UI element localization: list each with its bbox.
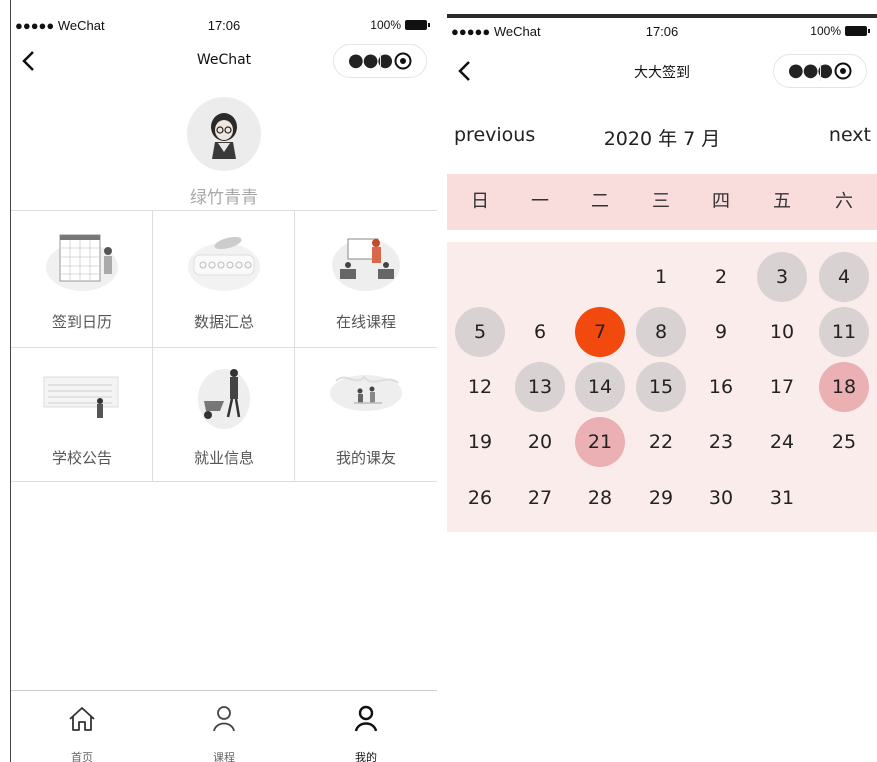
top-edge-bar bbox=[447, 14, 877, 18]
current-month-label: 2020 年 7 月 bbox=[603, 128, 721, 150]
tab-mine[interactable]: 我的 bbox=[295, 691, 437, 762]
weekday-label: 二 bbox=[591, 191, 609, 212]
grid-item-data-summary[interactable]: 数据汇总 bbox=[153, 211, 295, 347]
calendar-day[interactable]: 20 bbox=[515, 417, 565, 467]
grid-item-calendar[interactable]: 签到日历 bbox=[11, 211, 153, 347]
close-target-icon[interactable] bbox=[394, 52, 412, 70]
tab-course[interactable]: 课程 bbox=[153, 691, 295, 762]
calendar-header: previous 2020 年 7 月 next bbox=[447, 124, 877, 152]
calendar-day[interactable]: 23 bbox=[696, 417, 746, 467]
grid-item-label: 在线课程 bbox=[335, 313, 396, 331]
calendar-day[interactable]: 10 bbox=[757, 307, 807, 357]
calendar-day[interactable]: 8 bbox=[636, 307, 686, 357]
grid-item-label: 我的课友 bbox=[335, 449, 396, 467]
calendar-day[interactable]: 25 bbox=[819, 417, 869, 467]
weekday-label: 三 bbox=[652, 191, 670, 212]
battery-icon bbox=[845, 26, 870, 36]
mini-program-capsule: ●●● bbox=[333, 44, 427, 78]
more-dots-icon[interactable]: ●●● bbox=[348, 52, 393, 70]
nav-bar: 大大签到 ●●● bbox=[447, 52, 877, 92]
mini-program-capsule: ●●● bbox=[773, 54, 867, 88]
calendar-day[interactable]: 21 bbox=[575, 417, 625, 467]
tab-home[interactable]: 首页 bbox=[11, 691, 153, 762]
calendar-day[interactable]: 27 bbox=[515, 473, 565, 523]
battery-status: 100% bbox=[370, 18, 430, 32]
person-icon bbox=[354, 705, 378, 732]
tab-label: 首页 bbox=[71, 751, 93, 762]
nav-bar: WeChat ●●● bbox=[11, 42, 437, 82]
calendar-day[interactable]: 17 bbox=[757, 362, 807, 412]
calendar-day[interactable]: 29 bbox=[636, 473, 686, 523]
tab-label: 我的 bbox=[355, 751, 377, 762]
grid-item-label: 签到日历 bbox=[51, 313, 112, 331]
feature-grid: 签到日历 数据汇总 在线课程 学校公告 就业信息 我的课友 bbox=[11, 210, 437, 482]
grid-item-label: 学校公告 bbox=[51, 449, 112, 467]
weekday-label: 四 bbox=[712, 191, 730, 212]
battery-status: 100% bbox=[810, 24, 870, 38]
calendar-day[interactable]: 6 bbox=[515, 307, 565, 357]
calendar-day[interactable]: 30 bbox=[696, 473, 746, 523]
battery-percent: 100% bbox=[370, 18, 401, 32]
battery-percent: 100% bbox=[810, 24, 841, 38]
calendar-day[interactable]: 5 bbox=[455, 307, 505, 357]
calendar-day[interactable]: 12 bbox=[455, 362, 505, 412]
capsule-divider bbox=[820, 63, 821, 81]
grid-item-label: 就业信息 bbox=[193, 449, 254, 467]
calendar-illustration-icon bbox=[46, 234, 118, 291]
calendar-day[interactable]: 31 bbox=[757, 473, 807, 523]
calendar-days-grid: 1 2 3 4 5 6 7 8 9 10 11 12 13 14 15 16 17 18 19 20 21 22 23 24 2… bbox=[447, 242, 877, 532]
weekday-label: 日 bbox=[471, 191, 489, 212]
calendar-day[interactable]: 7 bbox=[575, 307, 625, 357]
weekday-header: 日一二三四五六 bbox=[447, 174, 877, 230]
checkin-calendar-screen: ●●●●● WeChat 17:06 100% 大大签到 ●●● previou… bbox=[447, 0, 877, 762]
data-summary-illustration-icon bbox=[188, 236, 260, 291]
weekday-label: 六 bbox=[835, 191, 853, 212]
battery-icon bbox=[405, 20, 430, 30]
calendar-day[interactable]: 9 bbox=[696, 307, 746, 357]
calendar-day[interactable]: 3 bbox=[757, 252, 807, 302]
weekday-label: 五 bbox=[773, 191, 791, 212]
calendar-day[interactable]: 26 bbox=[455, 473, 505, 523]
calendar-day[interactable]: 2 bbox=[696, 252, 746, 302]
grid-item-employment[interactable]: 就业信息 bbox=[153, 347, 295, 483]
calendar-day[interactable]: 28 bbox=[575, 473, 625, 523]
calendar-day[interactable]: 13 bbox=[515, 362, 565, 412]
calendar-day[interactable]: 24 bbox=[757, 417, 807, 467]
close-target-icon[interactable] bbox=[834, 62, 852, 80]
calendar-day[interactable]: 18 bbox=[819, 362, 869, 412]
person-icon bbox=[213, 706, 235, 732]
calendar-day[interactable]: 1 bbox=[636, 252, 686, 302]
calendar-day[interactable]: 15 bbox=[636, 362, 686, 412]
school-notice-illustration-icon bbox=[43, 376, 119, 418]
grid-item-school-notice[interactable]: 学校公告 bbox=[11, 347, 153, 483]
profile-screen: ●●●●● WeChat 17:06 100% WeChat ●●● 绿竹青青 bbox=[10, 0, 437, 762]
tab-label: 课程 bbox=[213, 751, 235, 762]
avatar-illustration-icon bbox=[211, 113, 237, 159]
calendar-day[interactable]: 4 bbox=[819, 252, 869, 302]
calendar-day[interactable]: 19 bbox=[455, 417, 505, 467]
home-icon bbox=[69, 707, 95, 731]
classmates-illustration-icon bbox=[330, 375, 402, 411]
avatar[interactable] bbox=[187, 97, 261, 171]
status-bar: ●●●●● WeChat 17:06 100% bbox=[447, 24, 877, 42]
grid-item-label: 数据汇总 bbox=[193, 313, 254, 331]
grid-item-online-course[interactable]: 在线课程 bbox=[295, 211, 437, 347]
employment-illustration-icon bbox=[198, 369, 250, 429]
calendar-day[interactable]: 11 bbox=[819, 307, 869, 357]
calendar-day[interactable]: 16 bbox=[696, 362, 746, 412]
more-dots-icon[interactable]: ●●● bbox=[788, 62, 833, 80]
weekday-label: 一 bbox=[531, 191, 549, 212]
next-month-button[interactable]: next bbox=[829, 124, 871, 146]
online-course-illustration-icon bbox=[332, 238, 400, 291]
calendar-day[interactable]: 22 bbox=[636, 417, 686, 467]
capsule-divider bbox=[380, 53, 381, 71]
username: 绿竹青青 bbox=[190, 188, 258, 208]
calendar-day[interactable]: 14 bbox=[575, 362, 625, 412]
tab-bar: 首页 课程 我的 bbox=[11, 690, 437, 762]
grid-item-my-classmates[interactable]: 我的课友 bbox=[295, 347, 437, 483]
status-bar: ●●●●● WeChat 17:06 100% bbox=[11, 18, 437, 36]
